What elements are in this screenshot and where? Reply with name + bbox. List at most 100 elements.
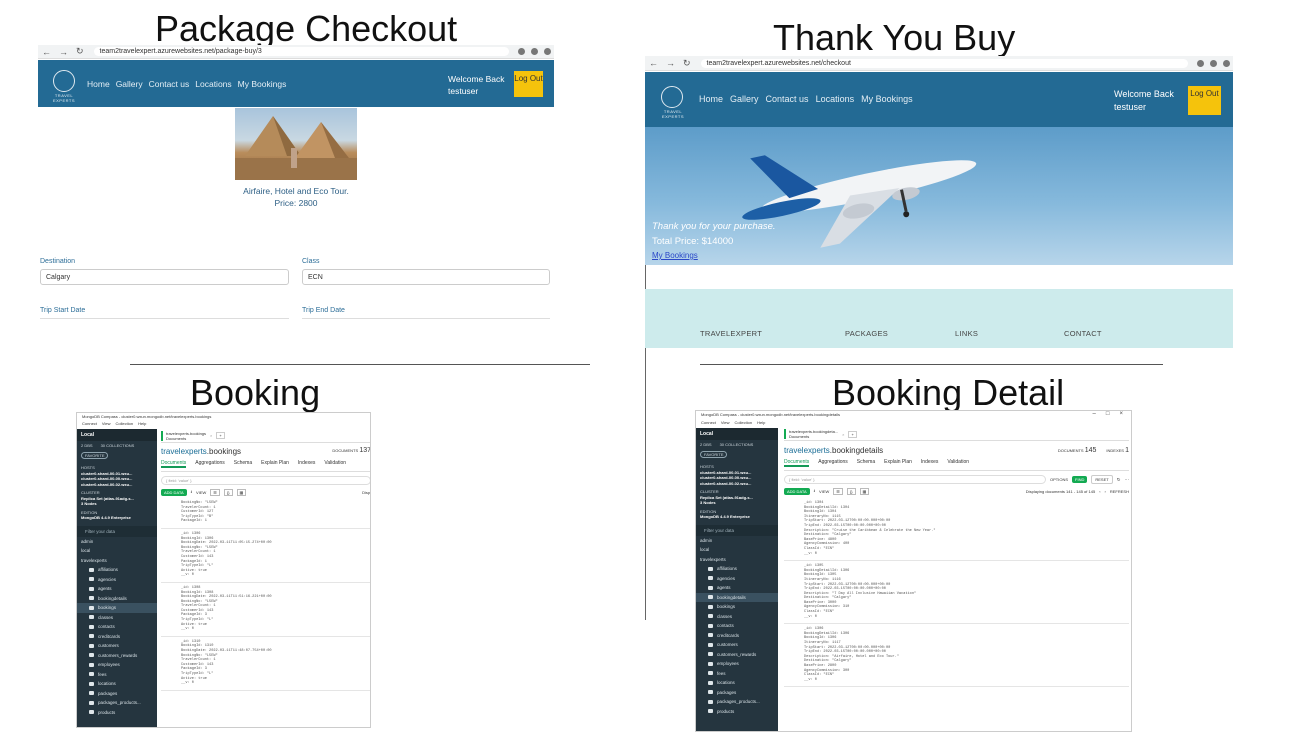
json-view-icon[interactable]: {} [846,488,856,495]
tree-packages[interactable]: packages [77,689,157,699]
tab-schema[interactable]: Schema [857,459,875,467]
close-tab-icon[interactable]: × [842,432,844,437]
document-card[interactable]: _id: 1306 BookingId: 1306 BookingDate: 2… [161,529,370,583]
tree-fees[interactable]: fees [696,669,778,679]
footer-travelexpert[interactable]: TRAVELEXPERT [700,329,762,338]
tree-products[interactable]: products [696,707,778,717]
my-bookings-link[interactable]: My Bookings [652,251,698,260]
tree-classes[interactable]: classes [77,613,157,623]
close-icon[interactable]: × [1119,411,1123,417]
menu-connect[interactable]: Connect [701,420,716,425]
tree-agencies[interactable]: agencies [696,574,778,584]
tree-contacts[interactable]: contacts [77,622,157,632]
collection-tab[interactable]: travelexperts.bookingdeta... Documents [784,429,838,439]
back-icon[interactable]: ← [42,47,51,57]
menu-help[interactable]: Help [138,421,146,426]
new-tab-icon[interactable]: + [848,430,857,438]
tab-documents[interactable]: Documents [161,460,187,468]
refresh-button[interactable]: REFRESH [1110,489,1129,494]
nav-my-bookings[interactable]: My Bookings [861,94,913,104]
tree-locations[interactable]: locations [696,678,778,688]
thankyou-url-bar[interactable]: team2travelexpert.azurewebsites.net/chec… [700,58,1188,68]
profile-icon[interactable] [544,48,551,55]
export-icon[interactable]: ⭳ [814,488,815,495]
add-data-button[interactable]: ADD DATA [784,488,810,495]
forward-icon[interactable]: → [59,47,68,57]
document-card[interactable]: BookingNo: "L5EW" TravelerCount: 1 Custo… [161,498,370,529]
checkout-url-bar[interactable]: team2travelexpert.azurewebsites.net/pack… [93,47,509,56]
tab-explain-plan[interactable]: Explain Plan [884,459,912,467]
travel-experts-logo-icon[interactable] [53,70,75,92]
trip-end-field[interactable] [302,318,550,319]
tree-admin[interactable]: admin [696,536,778,546]
list-view-icon[interactable]: ☰ [833,488,843,495]
tree-customers[interactable]: customers [696,640,778,650]
nav-locations[interactable]: Locations [195,79,231,89]
tree-agencies[interactable]: agencies [77,575,157,585]
close-tab-icon[interactable]: × [210,433,212,438]
tree-fees[interactable]: fees [77,670,157,680]
tab-explain-plan[interactable]: Explain Plan [261,460,289,468]
forward-icon[interactable]: → [666,58,675,68]
favorite-button[interactable]: FAVORITE [696,450,778,460]
footer-packages[interactable]: PACKAGES [845,329,888,338]
tab-aggregations[interactable]: Aggregations [195,460,224,468]
tree-admin[interactable]: admin [77,537,157,547]
nav-gallery[interactable]: Gallery [116,79,143,89]
tree-customers-rewards[interactable]: customers_rewards [696,650,778,660]
reset-button[interactable]: RESET [1091,475,1113,484]
tab-schema[interactable]: Schema [234,460,252,468]
nav-gallery[interactable]: Gallery [730,94,759,104]
document-card[interactable]: _id: 1305 BookingDetailId: 1306 BookingI… [784,561,1129,625]
maximize-icon[interactable]: □ [1106,411,1110,417]
nav-home[interactable]: Home [699,94,723,104]
list-view-icon[interactable]: ☰ [210,489,220,496]
tree-affiliations[interactable]: affiliations [696,564,778,574]
reload-icon[interactable]: ↻ [76,46,84,57]
table-view-icon[interactable]: ▦ [859,488,870,495]
tree-travelexperts[interactable]: travelexperts [696,555,778,565]
tree-customers[interactable]: customers [77,641,157,651]
footer-contact[interactable]: CONTACT [1064,329,1102,338]
tree-locations[interactable]: locations [77,679,157,689]
menu-collection[interactable]: Collection [116,421,134,426]
tab-validation[interactable]: Validation [324,460,346,468]
menu-view[interactable]: View [102,421,111,426]
tree-classes[interactable]: classes [696,612,778,622]
footer-links[interactable]: LINKS [955,329,978,338]
nav-contact-us[interactable]: Contact us [766,94,809,104]
tree-travelexperts[interactable]: travelexperts [77,556,157,566]
add-data-button[interactable]: ADD DATA [161,489,187,496]
tree-bookings[interactable]: bookings [696,602,778,612]
json-view-icon[interactable]: {} [223,489,233,496]
back-icon[interactable]: ← [649,58,658,68]
tree-products[interactable]: products [77,708,157,718]
logout-button[interactable]: Log Out [514,71,543,97]
tree-bookingdetails[interactable]: bookingdetails [696,592,778,602]
find-button[interactable]: FIND [1072,476,1088,483]
options-button[interactable]: OPTIONS [1050,477,1068,482]
menu-view[interactable]: View [721,420,730,425]
tree-local[interactable]: local [696,545,778,555]
extensions-icon[interactable] [531,48,538,55]
menu-connect[interactable]: Connect [82,421,97,426]
prev-page-icon[interactable]: ‹ [1099,489,1100,494]
filter-data-input[interactable]: Filter your data [77,525,157,537]
history-icon[interactable]: ↻ [1117,477,1121,483]
query-filter-input[interactable]: { field: 'value' } [784,475,1047,484]
nav-contact-us[interactable]: Contact us [149,79,190,89]
profile-icon[interactable] [1223,59,1230,67]
tree-bookingdetails[interactable]: bookingdetails [77,594,157,604]
next-page-icon[interactable]: › [1105,489,1106,494]
nav-home[interactable]: Home [87,79,110,89]
tree-employees[interactable]: employees [696,659,778,669]
document-card[interactable]: _id: 1308 BookingId: 1308 BookingDate: 2… [161,583,370,637]
tree-packages-products[interactable]: packages_products... [77,698,157,708]
menu-help[interactable]: Help [757,420,765,425]
tree-creditcards[interactable]: creditcards [77,632,157,642]
tab-aggregations[interactable]: Aggregations [818,459,847,467]
export-icon[interactable]: ⭳ [191,489,192,496]
favorite-button[interactable]: FAVORITE [77,451,157,461]
tab-documents[interactable]: Documents [784,459,810,467]
trip-start-field[interactable] [40,318,289,319]
